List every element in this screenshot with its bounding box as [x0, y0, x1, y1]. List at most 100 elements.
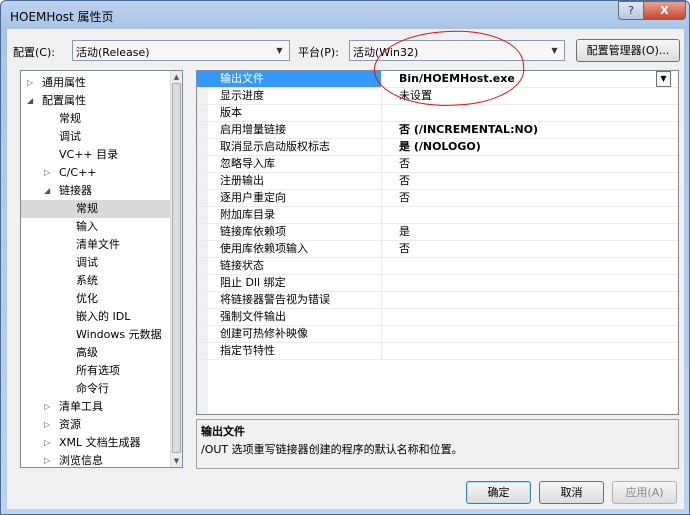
tree-item-label: 命令行 — [76, 382, 109, 395]
property-row[interactable]: 链接状态 — [197, 258, 678, 275]
property-value[interactable]: 是 (/NOLOGO) — [399, 139, 481, 155]
scroll-thumb[interactable] — [172, 83, 181, 453]
property-row[interactable]: 显示进度 未设置 — [197, 88, 678, 105]
tree-item[interactable]: ▷ XML 文档生成器 — [21, 434, 171, 452]
config-manager-button[interactable]: 配置管理器(O)... — [576, 39, 680, 62]
property-row[interactable]: 输出文件 Bin/HOEMHost.exe — [197, 71, 678, 88]
property-name: 取消显示启动版权标志 — [197, 139, 382, 155]
tree-item[interactable]: 系统 — [21, 272, 171, 290]
tree-item[interactable]: ▷ C/C++ — [21, 164, 171, 182]
expanded-arrow-icon[interactable]: ◢ — [27, 92, 37, 110]
config-label: 配置(C): — [13, 46, 55, 59]
property-name: 启用增量链接 — [197, 122, 382, 138]
tree-item[interactable]: 优化 — [21, 290, 171, 308]
collapsed-arrow-icon[interactable]: ▷ — [44, 164, 54, 182]
tree-item-label: 所有选项 — [76, 364, 120, 377]
property-value[interactable]: Bin/HOEMHost.exe — [399, 71, 515, 87]
value-dropdown-icon[interactable]: ▼ — [656, 71, 671, 87]
property-name: 强制文件输出 — [197, 309, 382, 325]
tree-item[interactable]: ▷ 清单工具 — [21, 398, 171, 416]
property-row[interactable]: 链接库依赖项 是 — [197, 224, 678, 241]
tree-item-label: C/C++ — [59, 166, 97, 179]
collapsed-arrow-icon[interactable]: ▷ — [44, 434, 54, 452]
tree-item-label: 嵌入的 IDL — [76, 310, 131, 323]
tree-item[interactable]: ◢ 链接器 — [21, 182, 171, 200]
property-value[interactable]: 否 — [399, 173, 410, 189]
property-row[interactable]: 将链接器警告视为错误 — [197, 292, 678, 309]
tree-item[interactable]: 常规 — [21, 200, 171, 218]
property-value[interactable]: 是 — [399, 224, 410, 240]
property-tree[interactable]: ▷ 浏览信息 ▷ XML 文档生成器 ▷ 资源 ▷ 清单工具 命令行 所有选项 高级 Windows … — [20, 70, 183, 468]
tree-item[interactable]: 输入 — [21, 218, 171, 236]
expanded-arrow-icon[interactable]: ◢ — [44, 182, 54, 200]
property-name: 将链接器警告视为错误 — [197, 292, 382, 308]
property-value[interactable]: 否 — [399, 241, 410, 257]
collapsed-arrow-icon[interactable]: ▷ — [44, 452, 54, 467]
scroll-down-icon[interactable]: ▼ — [171, 455, 182, 467]
tree-item[interactable]: 调试 — [21, 128, 171, 146]
cancel-button[interactable]: 取消 — [539, 481, 604, 504]
property-row[interactable]: 强制文件输出 — [197, 309, 678, 326]
collapsed-arrow-icon[interactable]: ▷ — [44, 416, 54, 434]
property-name: 忽略导入库 — [197, 156, 382, 172]
tree-item-label: 高级 — [76, 346, 98, 359]
tree-item-label: 常规 — [76, 202, 98, 215]
tree-item[interactable]: 命令行 — [21, 380, 171, 398]
property-value[interactable]: 否 — [399, 156, 410, 172]
tree-item-label: 配置属性 — [42, 94, 86, 107]
property-grid[interactable]: 输出文件 Bin/HOEMHost.exe 显示进度 未设置 版本 启用增量链接 否 (/I… — [196, 70, 679, 415]
property-name: 使用库依赖项输入 — [197, 241, 382, 257]
property-name: 阻止 Dll 绑定 — [197, 275, 382, 291]
property-row[interactable]: 附加库目录 — [197, 207, 678, 224]
property-row[interactable]: 创建可热修补映像 — [197, 326, 678, 343]
close-button[interactable]: X — [643, 1, 686, 20]
tree-item[interactable]: ▷ 通用属性 — [21, 74, 171, 92]
tree-item-label: 优化 — [76, 292, 98, 305]
tree-item[interactable]: ▷ 资源 — [21, 416, 171, 434]
tree-item-label: 常规 — [59, 112, 81, 125]
property-row[interactable]: 版本 — [197, 105, 678, 122]
collapsed-arrow-icon[interactable]: ▷ — [27, 74, 37, 92]
apply-button[interactable]: 应用(A) — [612, 481, 677, 504]
property-row[interactable]: 使用库依赖项输入 否 — [197, 241, 678, 258]
tree-scrollbar[interactable]: ▲ ▼ — [170, 71, 182, 467]
property-value[interactable]: 否 (/INCREMENTAL:NO) — [399, 122, 538, 138]
property-row[interactable]: 取消显示启动版权标志 是 (/NOLOGO) — [197, 139, 678, 156]
tree-item[interactable]: 调试 — [21, 254, 171, 272]
tree-item[interactable]: Windows 元数据 — [21, 326, 171, 344]
property-name: 逐用户重定向 — [197, 190, 382, 206]
tree-item[interactable]: 高级 — [21, 344, 171, 362]
scroll-up-icon[interactable]: ▲ — [171, 71, 182, 83]
property-row[interactable]: 注册输出 否 — [197, 173, 678, 190]
tree-item[interactable]: VC++ 目录 — [21, 146, 171, 164]
platform-select[interactable]: 活动(Win32) ▼ — [349, 40, 565, 61]
property-row[interactable]: 逐用户重定向 否 — [197, 190, 678, 207]
property-row[interactable]: 阻止 Dll 绑定 — [197, 275, 678, 292]
tree-item[interactable]: ▷ 浏览信息 — [21, 452, 171, 467]
property-name: 显示进度 — [197, 88, 382, 104]
tree-item-label: 通用属性 — [42, 76, 86, 89]
ok-button[interactable]: 确定 — [466, 481, 531, 504]
tree-item[interactable]: ◢ 配置属性 — [21, 92, 171, 110]
help-button[interactable]: ? — [618, 1, 644, 20]
property-value[interactable]: 未设置 — [399, 88, 432, 104]
property-name: 创建可热修补映像 — [197, 326, 382, 342]
platform-value: 活动(Win32) — [353, 46, 419, 59]
description-panel: 输出文件 /OUT 选项重写链接器创建的程序的默认名称和位置。 — [196, 419, 679, 469]
tree-item[interactable]: 所有选项 — [21, 362, 171, 380]
config-select[interactable]: 活动(Release) ▼ — [72, 40, 290, 61]
chevron-down-icon: ▼ — [276, 46, 283, 55]
title-bar[interactable]: HOEMHost 属性页 ? X — [1, 1, 689, 29]
property-row[interactable]: 启用增量链接 否 (/INCREMENTAL:NO) — [197, 122, 678, 139]
collapsed-arrow-icon[interactable]: ▷ — [44, 398, 54, 416]
window-title: HOEMHost 属性页 — [10, 10, 114, 24]
tree-item-label: XML 文档生成器 — [59, 436, 141, 449]
tree-item[interactable]: 嵌入的 IDL — [21, 308, 171, 326]
tree-item[interactable]: 清单文件 — [21, 236, 171, 254]
tree-item[interactable]: 常规 — [21, 110, 171, 128]
property-name: 指定节特性 — [197, 343, 382, 359]
tree-item-label: Windows 元数据 — [76, 328, 162, 341]
property-value[interactable]: 否 — [399, 190, 410, 206]
property-row[interactable]: 忽略导入库 否 — [197, 156, 678, 173]
property-row[interactable]: 指定节特性 — [197, 343, 678, 360]
